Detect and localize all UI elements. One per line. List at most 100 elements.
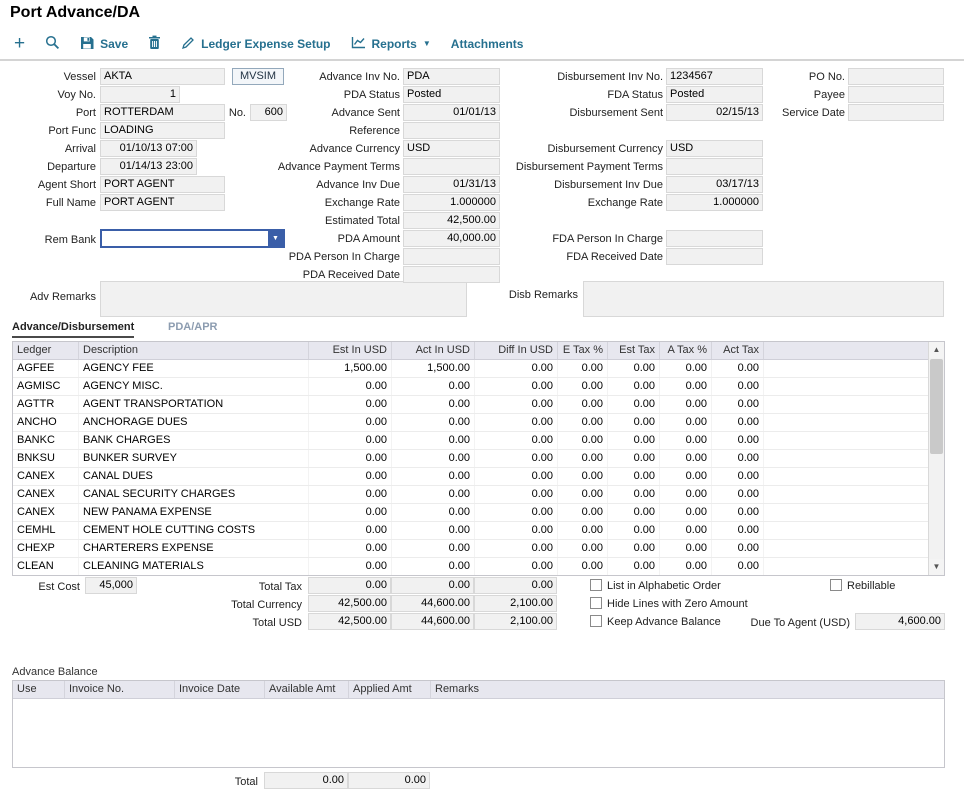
act-in-usd-cell[interactable]: 0.00 [392,378,475,395]
description-cell[interactable]: AGENCY MISC. [79,378,309,395]
description-cell[interactable]: CANAL DUES [79,468,309,485]
a-tax-pct-cell[interactable]: 0.00 [660,414,712,431]
port-func-field[interactable]: LOADING [100,122,225,139]
agent-short-field[interactable]: PORT AGENT [100,176,225,193]
list-alphabetic-checkbox[interactable] [590,579,602,591]
description-cell[interactable]: CLEANING MATERIALS [79,558,309,575]
ledger-code-cell[interactable]: CHEXP [13,540,79,557]
service-date-field[interactable] [848,104,944,121]
ledger-code-cell[interactable]: CEMHL [13,522,79,539]
tab-advance-disbursement[interactable]: Advance/Disbursement [12,321,134,338]
payee-field[interactable] [848,86,944,103]
diff-in-usd-cell[interactable]: 0.00 [475,450,558,467]
ledger-code-cell[interactable]: BANKC [13,432,79,449]
diff-in-usd-cell[interactable]: 0.00 [475,378,558,395]
ledger-grid-scrollbar[interactable]: ▲ ▼ [928,342,944,575]
description-cell[interactable]: CHARTERERS EXPENSE [79,540,309,557]
scroll-up-icon[interactable]: ▲ [929,342,944,358]
e-tax-pct-cell[interactable]: 0.00 [558,360,608,377]
diff-in-usd-cell[interactable]: 0.00 [475,540,558,557]
diff-in-usd-cell[interactable]: 0.00 [475,558,558,575]
est-in-usd-cell[interactable]: 0.00 [309,378,392,395]
col-header-description[interactable]: Description [79,342,309,359]
port-field[interactable]: ROTTERDAM [100,104,225,121]
ledger-expense-setup-button[interactable]: Ledger Expense Setup [181,36,330,53]
act-in-usd-cell[interactable]: 0.00 [392,396,475,413]
a-tax-pct-cell[interactable]: 0.00 [660,558,712,575]
description-cell[interactable]: CEMENT HOLE CUTTING COSTS [79,522,309,539]
act-tax-cell[interactable]: 0.00 [712,378,764,395]
ledger-code-cell[interactable]: CANEX [13,486,79,503]
ledger-row[interactable]: AGTTR AGENT TRANSPORTATION 0.00 0.00 0.0… [13,396,928,414]
act-in-usd-cell[interactable]: 0.00 [392,432,475,449]
description-cell[interactable]: AGENT TRANSPORTATION [79,396,309,413]
est-tax-cell[interactable]: 0.00 [608,450,660,467]
est-in-usd-cell[interactable]: 0.00 [309,450,392,467]
e-tax-pct-cell[interactable]: 0.00 [558,378,608,395]
col-header-est-tax[interactable]: Est Tax [608,342,660,359]
act-in-usd-cell[interactable]: 0.00 [392,450,475,467]
ledger-code-cell[interactable]: BNKSU [13,450,79,467]
description-cell[interactable]: ANCHORAGE DUES [79,414,309,431]
ledger-row[interactable]: CANEX CANAL DUES 0.00 0.00 0.00 0.00 0.0… [13,468,928,486]
a-tax-pct-cell[interactable]: 0.00 [660,396,712,413]
ledger-code-cell[interactable]: AGFEE [13,360,79,377]
act-in-usd-cell[interactable]: 0.00 [392,504,475,521]
col-header-a-tax-pct[interactable]: A Tax % [660,342,712,359]
ledger-row[interactable]: CANEX NEW PANAMA EXPENSE 0.00 0.00 0.00 … [13,504,928,522]
act-in-usd-cell[interactable]: 0.00 [392,558,475,575]
est-in-usd-cell[interactable]: 0.00 [309,486,392,503]
est-in-usd-cell[interactable]: 0.00 [309,396,392,413]
a-tax-pct-cell[interactable]: 0.00 [660,504,712,521]
est-tax-cell[interactable]: 0.00 [608,540,660,557]
ledger-code-cell[interactable]: AGMISC [13,378,79,395]
est-tax-cell[interactable]: 0.00 [608,522,660,539]
a-tax-pct-cell[interactable]: 0.00 [660,522,712,539]
act-tax-cell[interactable]: 0.00 [712,450,764,467]
est-tax-cell[interactable]: 0.00 [608,396,660,413]
advance-currency-field[interactable]: USD [403,140,500,157]
adv-remarks-field[interactable] [100,281,467,317]
e-tax-pct-cell[interactable]: 0.00 [558,504,608,521]
hide-zero-label[interactable]: Hide Lines with Zero Amount [607,597,748,611]
act-tax-cell[interactable]: 0.00 [712,468,764,485]
reference-field[interactable] [403,122,500,139]
e-tax-pct-cell[interactable]: 0.00 [558,468,608,485]
ledger-row[interactable]: CHEXP CHARTERERS EXPENSE 0.00 0.00 0.00 … [13,540,928,558]
arrival-field[interactable]: 01/10/13 07:00 [100,140,197,157]
est-tax-cell[interactable]: 0.00 [608,468,660,485]
a-tax-pct-cell[interactable]: 0.00 [660,360,712,377]
est-tax-cell[interactable]: 0.00 [608,504,660,521]
rebillable-checkbox[interactable] [830,579,842,591]
disb-remarks-field[interactable] [583,281,944,317]
ledger-row[interactable]: CANEX CANAL SECURITY CHARGES 0.00 0.00 0… [13,486,928,504]
col-header-act-in-usd[interactable]: Act In USD [392,342,475,359]
attachments-button[interactable]: Attachments [451,37,524,51]
diff-in-usd-cell[interactable]: 0.00 [475,432,558,449]
col-header-ledger[interactable]: Ledger [13,342,79,359]
act-tax-cell[interactable]: 0.00 [712,540,764,557]
est-in-usd-cell[interactable]: 0.00 [309,432,392,449]
est-in-usd-cell[interactable]: 0.00 [309,414,392,431]
est-tax-cell[interactable]: 0.00 [608,558,660,575]
ledger-row[interactable]: AGMISC AGENCY MISC. 0.00 0.00 0.00 0.00 … [13,378,928,396]
scrollbar-thumb[interactable] [930,359,943,454]
ledger-row[interactable]: CEMHL CEMENT HOLE CUTTING COSTS 0.00 0.0… [13,522,928,540]
search-button[interactable] [45,35,60,53]
ledger-row[interactable]: CLEAN CLEANING MATERIALS 0.00 0.00 0.00 … [13,558,928,576]
pda-person-in-charge-field[interactable] [403,248,500,265]
a-tax-pct-cell[interactable]: 0.00 [660,378,712,395]
save-button[interactable]: Save [80,36,128,53]
act-tax-cell[interactable]: 0.00 [712,414,764,431]
a-tax-pct-cell[interactable]: 0.00 [660,468,712,485]
description-cell[interactable]: CANAL SECURITY CHARGES [79,486,309,503]
e-tax-pct-cell[interactable]: 0.00 [558,414,608,431]
disbursement-inv-due-field[interactable]: 03/17/13 [666,176,763,193]
ledger-code-cell[interactable]: AGTTR [13,396,79,413]
act-tax-cell[interactable]: 0.00 [712,360,764,377]
departure-field[interactable]: 01/14/13 23:00 [100,158,197,175]
est-in-usd-cell[interactable]: 0.00 [309,522,392,539]
delete-button[interactable] [148,35,161,53]
act-in-usd-cell[interactable]: 0.00 [392,468,475,485]
rebillable-label[interactable]: Rebillable [847,579,895,593]
